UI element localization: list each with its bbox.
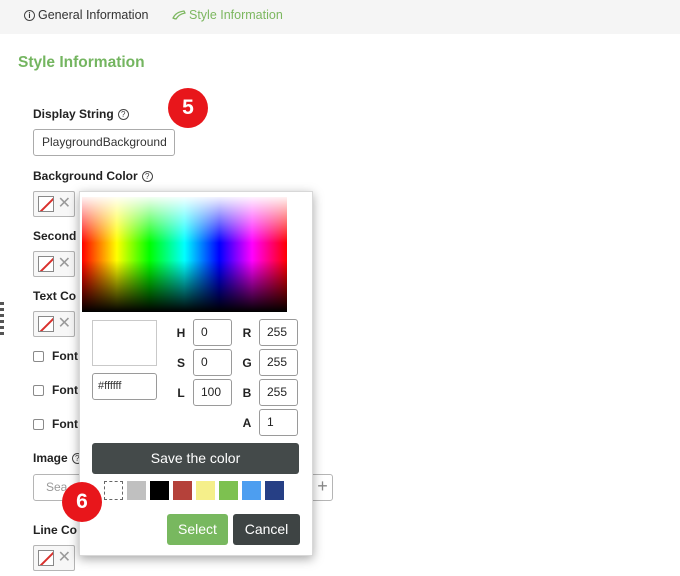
brush-icon	[172, 10, 186, 20]
red-input[interactable]: 255	[259, 319, 298, 346]
help-icon[interactable]: ?	[141, 170, 153, 182]
font-option-1[interactable]: Font	[33, 349, 78, 363]
palette-swatch[interactable]	[242, 481, 261, 500]
drag-handle-icon[interactable]	[0, 302, 6, 346]
font-option-2-checkbox[interactable]	[33, 384, 44, 396]
clear-color-icon[interactable]: ✕	[58, 194, 71, 214]
palette-swatch[interactable]	[127, 481, 146, 500]
green-label: G	[242, 356, 252, 370]
tab-style-information-label: Style Information	[189, 8, 283, 22]
text-color-label: Text Co	[33, 289, 77, 303]
font-option-2-label: Font	[52, 383, 78, 397]
help-icon[interactable]: ?	[117, 108, 129, 120]
blue-label: B	[242, 386, 252, 400]
blue-input[interactable]: 255	[259, 379, 298, 406]
add-image-icon[interactable]: +	[311, 474, 333, 501]
tab-style-information[interactable]: Style Information	[172, 8, 283, 22]
line-color-label: Line Co	[33, 523, 77, 537]
font-option-3-label: Font	[52, 417, 78, 431]
info-circle-icon: i	[24, 9, 35, 21]
palette-swatch[interactable]	[196, 481, 215, 500]
clear-color-icon[interactable]: ✕	[58, 314, 71, 334]
background-color-swatch[interactable]: ✕	[33, 191, 75, 217]
hue-input[interactable]: 0	[193, 319, 232, 346]
step-badge-6: 6	[62, 482, 102, 522]
clear-color-icon[interactable]: ✕	[58, 254, 71, 274]
color-palette	[104, 481, 284, 500]
font-option-3[interactable]: Font	[33, 417, 78, 431]
alpha-input[interactable]: 1	[259, 409, 298, 436]
image-label-text: Image	[33, 451, 68, 465]
background-color-label: Background Color ?	[33, 169, 153, 183]
saturation-input[interactable]: 0	[193, 349, 232, 376]
palette-swatch[interactable]	[265, 481, 284, 500]
color-spectrum[interactable]	[82, 197, 287, 312]
lightness-label: L	[177, 386, 185, 400]
tab-general-information[interactable]: i General Information	[24, 8, 148, 22]
hex-input[interactable]: #ffffff	[92, 373, 157, 400]
font-option-1-label: Font	[52, 349, 78, 363]
tab-general-information-label: General Information	[38, 8, 149, 22]
secondary-color-swatch[interactable]: ✕	[33, 251, 75, 277]
display-string-input[interactable]: PlaygroundBackground	[33, 129, 175, 156]
select-button[interactable]: Select	[167, 514, 228, 545]
save-color-button[interactable]: Save the color	[92, 443, 299, 474]
palette-swatch[interactable]	[173, 481, 192, 500]
font-option-3-checkbox[interactable]	[33, 418, 44, 430]
background-color-label-text: Background Color	[33, 169, 138, 183]
image-label: Image ?	[33, 451, 83, 465]
step-badge-5: 5	[168, 88, 208, 128]
no-color-icon	[38, 550, 54, 566]
secondary-color-label: Second	[33, 229, 77, 243]
no-color-icon	[38, 256, 54, 272]
green-input[interactable]: 255	[259, 349, 298, 376]
no-color-icon	[38, 196, 54, 212]
color-preview	[92, 320, 157, 366]
display-string-label-text: Display String	[33, 107, 114, 121]
palette-swatch[interactable]	[150, 481, 169, 500]
section-title: Style Information	[18, 54, 145, 71]
cancel-button[interactable]: Cancel	[233, 514, 300, 545]
text-color-swatch[interactable]: ✕	[33, 311, 75, 337]
clear-color-icon[interactable]: ✕	[58, 548, 71, 568]
tab-bar: i General Information Style Information	[0, 0, 680, 34]
palette-swatch-transparent[interactable]	[104, 481, 123, 500]
palette-swatch[interactable]	[219, 481, 238, 500]
hue-label: H	[176, 326, 186, 340]
font-option-2[interactable]: Font	[33, 383, 78, 397]
red-label: R	[242, 326, 252, 340]
font-option-1-checkbox[interactable]	[33, 350, 44, 362]
alpha-label: A	[242, 416, 252, 430]
saturation-label: S	[176, 356, 185, 370]
lightness-input[interactable]: 100	[193, 379, 232, 406]
no-color-icon	[38, 316, 54, 332]
line-color-swatch[interactable]: ✕	[33, 545, 75, 571]
color-picker-popup: #ffffff H 0 S 0 L 100 R 255 G 255 B 255 …	[79, 191, 313, 556]
display-string-label: Display String ?	[33, 107, 129, 121]
